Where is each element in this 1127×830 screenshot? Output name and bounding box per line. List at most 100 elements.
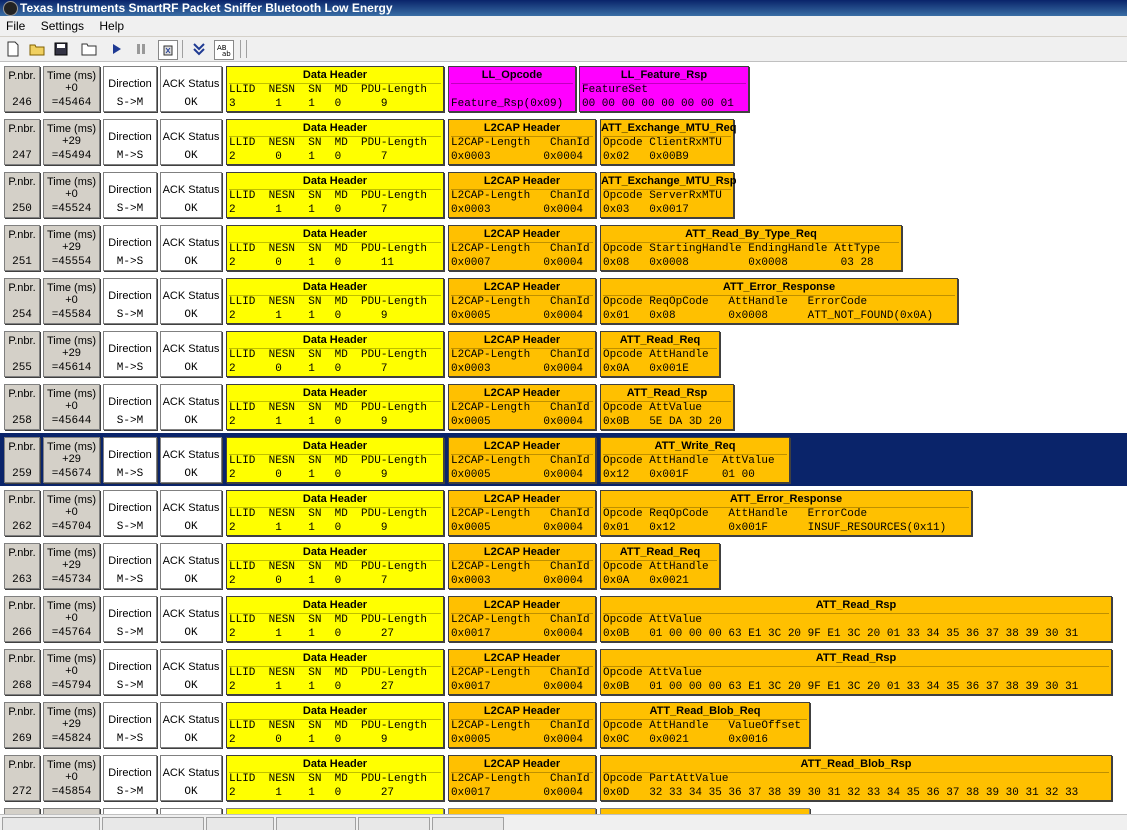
ack-status-cell: ACK Status OK: [160, 384, 222, 430]
packet-row[interactable]: P.nbr. 268 Time (ms) +0 =45794 Direction S->M A…: [0, 645, 1127, 698]
block-field-values: 0x0005 0x0004: [451, 469, 584, 481]
packet-row[interactable]: [0, 804, 1127, 814]
pause-icon[interactable]: [132, 40, 150, 58]
bottom-tab[interactable]: [206, 817, 274, 830]
ack-status-cell-label: ACK Status: [162, 661, 220, 673]
clear-icon[interactable]: [158, 40, 178, 60]
block-field-values: 0x0005 0x0004: [451, 310, 584, 322]
block-title: L2CAP Header: [483, 652, 561, 664]
direction-cell-label: Direction: [108, 396, 152, 408]
packet-number: 272: [5, 786, 39, 798]
block-field-names: LLID NESN SN MD PDU-Length: [229, 772, 441, 785]
play-icon[interactable]: [108, 40, 126, 58]
direction-cell-label: Direction: [108, 608, 152, 620]
folder-icon[interactable]: [80, 40, 98, 58]
direction-cell: Direction S->M: [103, 755, 157, 801]
bottom-tab[interactable]: [2, 817, 100, 830]
block-title: Data Header: [302, 175, 368, 187]
block-field-names: LLID NESN SN MD PDU-Length: [229, 189, 441, 202]
time-value: =45554: [51, 256, 92, 268]
new-icon[interactable]: [4, 40, 22, 58]
block-field-values: 0x0007 0x0004: [451, 257, 584, 269]
packet-row[interactable]: P.nbr. 255 Time (ms) +29 =45614 Direction M->S…: [0, 327, 1127, 380]
time-cell-label: Time (ms): [46, 70, 97, 82]
packet-row[interactable]: P.nbr. 259 Time (ms) +29 =45674 Direction M->S…: [0, 433, 1127, 486]
menu-settings[interactable]: Settings: [35, 16, 90, 36]
att-block: ATT_Exchange_MTU_Req Opcode ClientRxMTU 0x…: [600, 119, 737, 165]
packet-row[interactable]: P.nbr. 254 Time (ms) +0 =45584 Direction S->M A…: [0, 274, 1127, 327]
direction-cell: Direction S->M: [103, 172, 157, 218]
block-field-values: 0x02 0x00B9: [603, 151, 689, 163]
packet-row[interactable]: P.nbr. 251 Time (ms) +29 =45554 Direction M->S…: [0, 221, 1127, 274]
menu-file[interactable]: File: [0, 16, 31, 36]
l2cap-header-block: L2CAP Header L2CAP-Length ChanId 0x0003 0x…: [448, 119, 596, 165]
direction-cell: Direction M->S: [103, 225, 157, 271]
bottom-tab[interactable]: [276, 817, 356, 830]
time-delta: +29: [62, 559, 81, 571]
time-value: =45494: [51, 150, 92, 162]
direction-value: M->S: [116, 150, 144, 162]
packet-row[interactable]: P.nbr. 250 Time (ms) +0 =45524 Direction S->M A…: [0, 168, 1127, 221]
svg-text:ab: ab: [222, 50, 231, 57]
text-view-icon[interactable]: AB ab: [214, 40, 234, 60]
ack-status-cell-label: ACK Status: [162, 502, 220, 514]
packet-row[interactable]: P.nbr. 263 Time (ms) +29 =45734 Direction M->S…: [0, 539, 1127, 592]
packet-number-cell-label: P.nbr.: [8, 335, 36, 347]
time-cell: Time (ms) +0 =45644: [43, 384, 100, 430]
time-delta: +0: [65, 294, 78, 306]
l2cap-header-block: L2CAP Header L2CAP-Length ChanId 0x0017 0x…: [448, 649, 596, 695]
bottom-tab[interactable]: [432, 817, 504, 830]
packet-number-cell: P.nbr. 251: [4, 225, 40, 271]
data-header-block: Data Header LLID NESN SN MD PDU-Length 2 1…: [226, 755, 444, 801]
ack-status-value: OK: [184, 97, 198, 109]
bottom-tab[interactable]: [102, 817, 204, 830]
packet-row[interactable]: P.nbr. 258 Time (ms) +0 =45644 Direction S->M A…: [0, 380, 1127, 433]
ack-status-cell-label: ACK Status: [162, 608, 220, 620]
block-title: LL_Opcode: [481, 69, 543, 81]
ack-status-value: OK: [184, 309, 198, 321]
block-title: ATT_Read_Blob_Req: [649, 705, 761, 717]
block-field-names: LLID NESN SN MD PDU-Length: [229, 560, 441, 573]
direction-cell-label: Direction: [108, 131, 152, 143]
block-title: L2CAP Header: [483, 175, 561, 187]
packet-number-cell-label: P.nbr.: [8, 494, 36, 506]
block-field-values: 0x08 0x0008 0x0008 03 28: [603, 257, 874, 269]
packet-row[interactable]: P.nbr. 262 Time (ms) +0 =45704 Direction S->M A…: [0, 486, 1127, 539]
l2cap-header-block: L2CAP Header L2CAP-Length ChanId 0x0017 0x…: [448, 755, 596, 801]
bottom-tab[interactable]: [358, 817, 430, 830]
block-title: ATT_Read_Rsp: [626, 387, 708, 399]
direction-value: M->S: [116, 733, 144, 745]
direction-cell-label: Direction: [108, 502, 152, 514]
time-value: =45614: [51, 362, 92, 374]
packet-row[interactable]: P.nbr. 266 Time (ms) +0 =45764 Direction S->M A…: [0, 592, 1127, 645]
ack-status-value: OK: [184, 150, 198, 162]
ack-status-cell-label: ACK Status: [162, 555, 220, 567]
block-title: Data Header: [302, 758, 368, 770]
open-icon[interactable]: [28, 40, 46, 58]
time-cell: Time (ms) +0 =45464: [43, 66, 100, 112]
save-icon[interactable]: [52, 40, 70, 58]
packet-row[interactable]: P.nbr. 269 Time (ms) +29 =45824 Direction M->S…: [0, 698, 1127, 751]
packet-list[interactable]: P.nbr. 246 Time (ms) +0 =45464 Direction S->M A…: [0, 62, 1127, 814]
packet-number: 263: [5, 574, 39, 586]
block-title: ATT_Read_Req: [619, 546, 701, 558]
block-field-names: Opcode PartAttValue: [603, 772, 1109, 785]
data-header-block: Data Header LLID NESN SN MD PDU-Length 2 0…: [226, 119, 444, 165]
packet-row[interactable]: P.nbr. 246 Time (ms) +0 =45464 Direction S->M A…: [0, 62, 1127, 115]
time-cell-label: Time (ms): [46, 706, 97, 718]
direction-value: M->S: [116, 256, 144, 268]
block-title: Data Header: [302, 546, 368, 558]
time-delta: +29: [62, 453, 81, 465]
packet-number-cell: P.nbr. 246: [4, 66, 40, 112]
block-field-values: 0x0A 0x001E: [603, 363, 689, 375]
block-field-names: L2CAP-Length ChanId: [451, 454, 593, 467]
block-title: Data Header: [302, 652, 368, 664]
autoscroll-icon[interactable]: [190, 40, 208, 58]
time-delta: +0: [65, 665, 78, 677]
packet-row[interactable]: P.nbr. 272 Time (ms) +0 =45854 Direction S->M A…: [0, 751, 1127, 804]
block-field-names: L2CAP-Length ChanId: [451, 772, 593, 785]
packet-row[interactable]: P.nbr. 247 Time (ms) +29 =45494 Direction M->S…: [0, 115, 1127, 168]
block-title: ATT_Read_Blob_Rsp: [800, 758, 912, 770]
toolbar-separator: [240, 40, 241, 58]
menu-help[interactable]: Help: [93, 16, 130, 36]
